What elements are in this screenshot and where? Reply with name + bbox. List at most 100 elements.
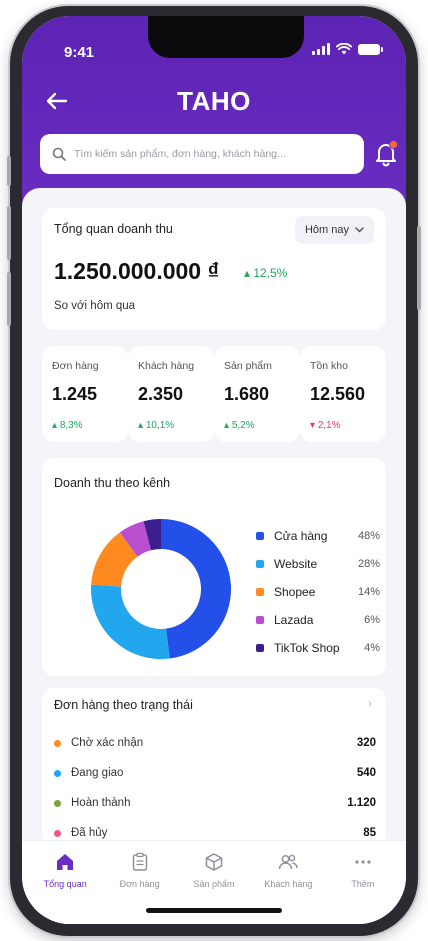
stat-card-products[interactable]: Sản phẩm 1.680 ▴ 5,2%	[214, 346, 300, 442]
arrow-up-icon: ▴	[244, 266, 254, 280]
revenue-overview-card: Tổng quan doanh thu Hôm nay 1.250.000.00…	[42, 208, 386, 330]
order-status-row[interactable]: Đang giao 540	[54, 758, 376, 788]
tab-overview[interactable]: Tổng quan	[28, 841, 102, 924]
revenue-change-value: 12,5%	[253, 266, 288, 280]
notch	[148, 16, 304, 58]
legend-swatch	[256, 560, 264, 568]
signal-icon	[312, 43, 330, 55]
home-indicator	[146, 908, 282, 913]
status-name: Chờ xác nhận	[71, 737, 144, 749]
status-dot	[54, 769, 61, 777]
legend-item: TikTok Shop 4%	[256, 634, 380, 662]
status-icons	[312, 43, 383, 55]
volume-down-button	[7, 272, 11, 326]
wifi-icon	[336, 43, 352, 55]
stat-label: Đơn hàng	[52, 360, 99, 372]
chevron-down-icon	[355, 227, 364, 233]
status-count: 320	[356, 737, 376, 749]
legend-percent: 6%	[364, 614, 380, 626]
legend-item: Shopee 14%	[256, 578, 380, 606]
stat-change: ▴ 8,3%	[52, 420, 83, 431]
stat-card-customers[interactable]: Khách hàng 2.350 ▴ 10,1%	[128, 346, 214, 442]
stat-change-value: 8,3%	[59, 420, 83, 431]
order-status-card: Đơn hàng theo trạng thái › Chờ xác nhận 3…	[42, 688, 386, 848]
box-icon	[205, 853, 223, 871]
legend-percent: 28%	[357, 558, 380, 570]
stat-change-value: 5,2%	[231, 420, 255, 431]
revenue-compare-text: So với hôm qua	[54, 300, 136, 312]
stat-change: ▾ 2,1%	[310, 420, 341, 431]
volume-up-button	[7, 206, 11, 260]
app-screen: 9:41 TAHO Tổng quan doanh thu Hôm nay 1.…	[22, 16, 406, 924]
search-bar[interactable]	[40, 134, 364, 174]
home-icon	[57, 854, 74, 870]
status-count: 540	[356, 767, 376, 779]
legend-name: TikTok Shop	[274, 641, 340, 655]
tab-label: Đơn hàng	[119, 879, 160, 889]
stat-value: 12.560	[310, 384, 366, 404]
tab-label: Khách hàng	[264, 879, 313, 889]
legend-percent: 4%	[364, 642, 380, 654]
stat-change-value: 10,1%	[145, 420, 175, 431]
legend-name: Cửa hàng	[274, 529, 328, 543]
channel-donut-chart	[91, 519, 232, 659]
clipboard-icon	[132, 852, 147, 871]
arrow-up-icon: ▴	[224, 420, 232, 431]
chevron-right-icon[interactable]: ›	[368, 696, 372, 710]
period-label: Hôm nay	[304, 224, 349, 236]
order-status-list: Chờ xác nhận 320 Đang giao 540 Hoàn thành 1…	[54, 728, 376, 848]
legend-name: Lazada	[274, 613, 314, 627]
notification-button[interactable]	[372, 140, 400, 168]
stat-card-inventory[interactable]: Tồn kho 12.560 ▾ 2,1%	[300, 346, 386, 442]
legend-item: Cửa hàng 48%	[256, 522, 380, 550]
legend-percent: 48%	[357, 530, 380, 542]
stat-value: 2.350	[138, 384, 184, 404]
power-button	[417, 226, 421, 310]
status-dot	[54, 829, 61, 837]
tab-label: Thêm	[351, 879, 375, 889]
legend-swatch	[256, 532, 264, 540]
status-count: 85	[363, 827, 376, 839]
channel-title: Doanh thu theo kênh	[54, 476, 171, 490]
revenue-amount: 1.250.000.000 ₫	[54, 258, 220, 284]
more-icon	[355, 860, 371, 864]
revenue-change: ▴ 12,5%	[244, 266, 287, 280]
order-status-title: Đơn hàng theo trạng thái	[54, 698, 193, 712]
legend-swatch	[256, 644, 264, 652]
order-status-row[interactable]: Chờ xác nhận 320	[54, 728, 376, 758]
status-name: Đã hủy	[71, 827, 108, 839]
period-dropdown[interactable]: Hôm nay	[294, 216, 374, 244]
stat-label: Khách hàng	[138, 360, 195, 372]
arrow-down-icon: ▾	[310, 420, 318, 431]
status-time: 9:41	[64, 44, 95, 61]
stat-card-orders[interactable]: Đơn hàng 1.245 ▴ 8,3%	[42, 346, 128, 442]
tab-label: Sản phẩm	[193, 879, 235, 889]
legend-item: Website 28%	[256, 550, 380, 578]
battery-icon	[358, 43, 383, 55]
status-count: 1.120	[347, 797, 376, 809]
tab-more[interactable]: Thêm	[326, 841, 400, 924]
revenue-title: Tổng quan doanh thu	[54, 222, 173, 236]
order-status-row[interactable]: Hoàn thành 1.120	[54, 788, 376, 818]
mute-switch	[7, 156, 11, 186]
tab-label: Tổng quan	[43, 879, 87, 889]
legend-percent: 14%	[357, 586, 380, 598]
stat-value: 1.680	[224, 384, 270, 404]
status-dot	[54, 799, 61, 807]
status-dot	[54, 739, 61, 747]
app-title: TAHO	[177, 86, 251, 116]
search-icon	[52, 147, 66, 161]
donut-segment	[161, 519, 232, 659]
arrow-up-icon: ▴	[138, 420, 146, 431]
search-input[interactable]	[74, 148, 344, 160]
status-name: Đang giao	[71, 767, 124, 779]
legend-name: Website	[274, 557, 318, 571]
arrow-up-icon: ▴	[52, 420, 60, 431]
legend-item: Lazada 6%	[256, 606, 380, 634]
legend-swatch	[256, 588, 264, 596]
donut-segment	[91, 584, 170, 659]
legend-name: Shopee	[274, 585, 316, 599]
notification-badge	[389, 140, 398, 149]
stat-change-value: 2,1%	[317, 420, 341, 431]
stat-label: Sản phẩm	[224, 360, 272, 372]
